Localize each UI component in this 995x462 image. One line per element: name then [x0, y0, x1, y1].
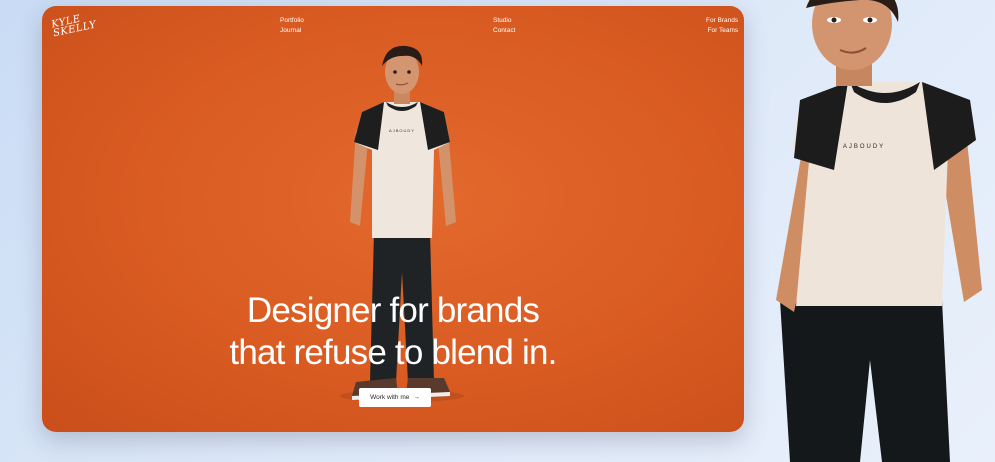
nav-link-for-brands[interactable]: For Brands	[706, 16, 738, 26]
headline-line-1: Designer for brands	[246, 291, 540, 330]
nav-link-journal[interactable]: Journal	[280, 26, 304, 36]
character-closeup-illustration: AJBOUDY	[776, 0, 982, 462]
cta-label: Work with me	[370, 394, 410, 401]
hero-headline: Designer for brands that refuse to blend…	[42, 290, 744, 374]
nav-link-contact[interactable]: Contact	[493, 26, 515, 36]
nav-link-studio[interactable]: Studio	[493, 16, 515, 26]
nav-link-for-teams[interactable]: For Teams	[706, 26, 739, 36]
headline-line-2: that refuse to blend in.	[229, 333, 557, 372]
shirt-text: AJBOUDY	[389, 128, 415, 133]
hero-card: KYLE SKELLY Portfolio Journal Studio Con…	[42, 6, 744, 432]
nav-link-portfolio[interactable]: Portfolio	[280, 16, 304, 26]
nav-column-2: Studio Contact	[493, 16, 515, 36]
nav-column-3: For Brands For Teams	[706, 16, 738, 36]
nav-column-1: Portfolio Journal	[280, 16, 304, 36]
logo[interactable]: KYLE SKELLY	[50, 12, 97, 40]
arrow-right-icon: →	[413, 394, 420, 401]
work-with-me-button[interactable]: Work with me →	[359, 388, 431, 407]
closeup-shirt-text: AJBOUDY	[843, 144, 885, 150]
